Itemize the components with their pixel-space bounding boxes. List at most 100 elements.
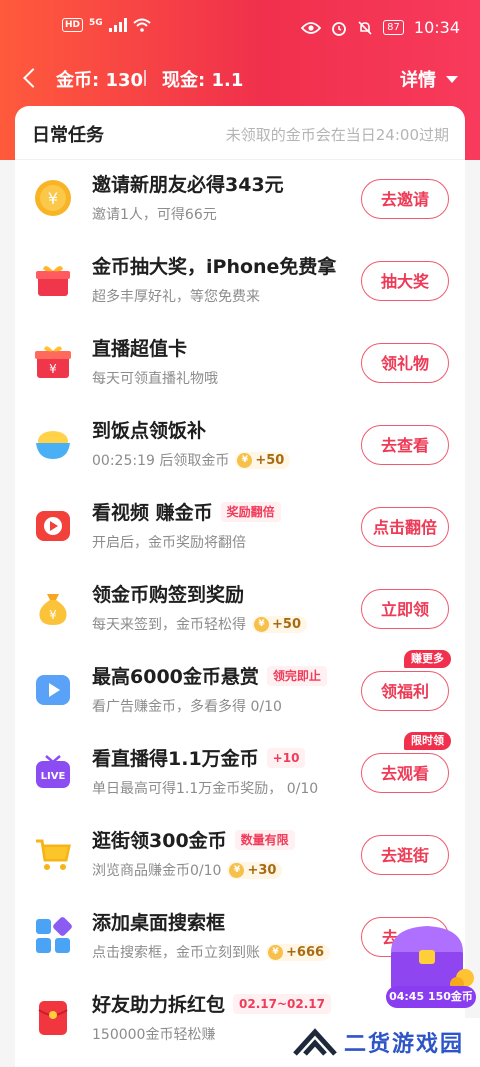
double-reward-button[interactable]: 点击翻倍 bbox=[361, 507, 449, 547]
task-subtitle-text: 单日最高可得1.1万金币奖励， 0/10 bbox=[92, 781, 319, 797]
task-title-text: 逛街领300金币 bbox=[92, 830, 227, 852]
signal-icon bbox=[108, 18, 127, 32]
coin-reward-value: +30 bbox=[247, 862, 277, 878]
money-bag-icon: ¥ bbox=[39, 594, 67, 625]
countdown-time: 04:45 bbox=[389, 990, 425, 1003]
task-subtitle-text: 每天来签到，金币轻松得 bbox=[92, 617, 246, 633]
shopping-cart-icon bbox=[36, 839, 71, 870]
ad-play-icon bbox=[36, 675, 70, 705]
get-gift-button[interactable]: 领礼物 bbox=[361, 343, 449, 383]
battery-icon: 87 bbox=[383, 20, 404, 35]
task-row-meal: 到饭点领饭补 00:25:19 后领取金币 ¥ +50 去查看 bbox=[15, 406, 465, 488]
gift-box-icon bbox=[36, 265, 70, 296]
clock-time: 10:34 bbox=[413, 18, 460, 37]
task-subtitle: 邀请1人，可得66元 bbox=[92, 204, 217, 224]
status-left: HD 5G bbox=[62, 18, 151, 32]
task-subtitle: 开启后，金币奖励将翻倍 bbox=[92, 532, 246, 552]
task-title-text: 领金币购签到奖励 bbox=[92, 584, 245, 606]
eye-icon bbox=[301, 21, 322, 34]
task-title-text: 添加桌面搜索框 bbox=[92, 912, 226, 934]
caret-down-icon bbox=[446, 75, 458, 83]
coin-reward-value: +50 bbox=[272, 616, 301, 632]
live-tv-icon: LIVE bbox=[36, 755, 70, 788]
task-subtitle: 超多丰厚好礼，等您免费来 bbox=[92, 286, 260, 306]
lottery-button[interactable]: 抽大奖 bbox=[361, 261, 449, 301]
task-title: 最高6000金币悬赏 领完即止 bbox=[92, 662, 327, 689]
task-title: 领金币购签到奖励 bbox=[92, 580, 244, 607]
view-button[interactable]: 去查看 bbox=[361, 425, 449, 465]
nav-divider bbox=[144, 70, 146, 86]
wifi-icon bbox=[133, 18, 151, 32]
watch-button[interactable]: 去观看 bbox=[361, 753, 449, 793]
task-subtitle-text: 150000金币轻松赚 bbox=[92, 1027, 216, 1043]
svg-text:¥: ¥ bbox=[49, 608, 57, 622]
coin-reward-value: +50 bbox=[255, 452, 285, 468]
claim-now-button[interactable]: 立即领 bbox=[361, 589, 449, 629]
task-title-text: 最高6000金币悬赏 bbox=[92, 666, 259, 688]
task-title: 邀请新朋友必得343元 bbox=[92, 170, 284, 197]
task-subtitle: 00:25:19 后领取金币 ¥ +50 bbox=[92, 450, 291, 470]
task-subtitle: 单日最高可得1.1万金币奖励， 0/10 bbox=[92, 778, 318, 798]
task-subtitle: 每天可领直播礼物哦 bbox=[92, 368, 218, 388]
task-subtitle-text: 超多丰厚好礼，等您免费来 bbox=[92, 289, 260, 305]
svg-text:¥: ¥ bbox=[49, 362, 57, 376]
task-title-text: 好友助力拆红包 bbox=[92, 994, 226, 1016]
watermark-logo-icon bbox=[293, 1028, 337, 1056]
details-dropdown[interactable]: 详情 bbox=[400, 66, 458, 92]
coin-reward-chip: ¥ +50 bbox=[252, 615, 307, 633]
task-subtitle-text: 看广告赚金币，多看多得 0/10 bbox=[92, 699, 282, 715]
task-title: 直播超值卡 bbox=[92, 334, 187, 361]
task-subtitle-text: 点击搜索框，金币立刻到账 bbox=[92, 945, 260, 961]
task-subtitle: 每天来签到，金币轻松得 ¥ +50 bbox=[92, 614, 307, 634]
gift-card-icon: ¥ bbox=[35, 346, 71, 378]
video-play-icon bbox=[36, 511, 70, 541]
task-subtitle-text: 每天可领直播礼物哦 bbox=[92, 371, 218, 387]
task-title: 看直播得1.1万金币 +10 bbox=[92, 744, 306, 771]
task-subtitle-text: 邀请1人，可得66元 bbox=[92, 207, 217, 223]
get-benefit-button[interactable]: 领福利 bbox=[361, 671, 449, 711]
shop-button[interactable]: 去逛街 bbox=[361, 835, 449, 875]
promo-bubble: 限时领 bbox=[404, 732, 451, 750]
task-subtitle-text: 00:25:19 后领取金币 bbox=[92, 453, 230, 469]
expiry-note: 未领取的金币会在当日24:00过期 bbox=[225, 126, 449, 144]
task-subtitle: 150000金币轻松赚 bbox=[92, 1024, 215, 1044]
countdown-badge[interactable]: 04:45 150金币 bbox=[386, 986, 476, 1008]
watermark-text: 二货游戏园 bbox=[344, 1032, 465, 1057]
task-title-text: 看直播得1.1万金币 bbox=[92, 748, 259, 770]
coin-icon: ¥ bbox=[254, 616, 269, 632]
svg-text:¥: ¥ bbox=[48, 189, 58, 208]
coin-icon: ¥ bbox=[229, 862, 245, 878]
network-label: 5G bbox=[89, 18, 103, 28]
watermark: 二货游戏园 bbox=[284, 1018, 480, 1067]
task-subtitle: 看广告赚金币，多看多得 0/10 bbox=[92, 696, 282, 716]
coin-reward-chip: ¥ +30 bbox=[227, 861, 283, 879]
task-tag: 领完即止 bbox=[266, 665, 327, 686]
svg-text:LIVE: LIVE bbox=[41, 771, 66, 782]
promo-bubble: 赚更多 bbox=[404, 650, 451, 668]
countdown-reward: 150金币 bbox=[427, 990, 473, 1003]
back-arrow-icon[interactable] bbox=[20, 64, 44, 92]
alarm-icon bbox=[332, 21, 347, 36]
task-title: 金币抽大奖，iPhone免费拿 bbox=[92, 252, 336, 279]
coin-reward-chip: ¥ +666 bbox=[266, 943, 331, 961]
app-grid-icon bbox=[36, 917, 72, 953]
task-tag: 奖励翻倍 bbox=[220, 501, 281, 522]
cash-balance: 现金: 1.1 bbox=[162, 70, 244, 91]
task-title: 添加桌面搜索框 bbox=[92, 908, 225, 935]
coin-icon: ¥ bbox=[35, 180, 71, 216]
gold-balance: 金币: 130 bbox=[56, 70, 144, 91]
status-bar: HD 5G 87 10:34 bbox=[0, 0, 480, 56]
task-title-text: 金币抽大奖，iPhone免费拿 bbox=[92, 256, 337, 278]
mute-bell-icon bbox=[358, 20, 372, 35]
task-row-lottery: 金币抽大奖，iPhone免费拿 超多丰厚好礼，等您免费来 抽大奖 bbox=[15, 242, 465, 324]
task-title: 好友助力拆红包 02.17~02.17 bbox=[92, 990, 331, 1017]
task-tag: +10 bbox=[266, 747, 306, 768]
section-title: 日常任务 bbox=[32, 125, 104, 146]
coin-reward-value: +666 bbox=[286, 944, 325, 960]
task-row-checkin: ¥ 领金币购签到奖励 每天来签到，金币轻松得 ¥ +50 立即领 bbox=[15, 570, 465, 652]
nav-bar: 金币: 130 现金: 1.1 详情 bbox=[0, 56, 480, 100]
rice-bowl-icon bbox=[36, 431, 70, 459]
task-title-text: 邀请新朋友必得343元 bbox=[92, 174, 284, 196]
invite-button[interactable]: 去邀请 bbox=[361, 179, 449, 219]
task-row-invite: ¥ 邀请新朋友必得343元 邀请1人，可得66元 去邀请 bbox=[15, 160, 465, 242]
